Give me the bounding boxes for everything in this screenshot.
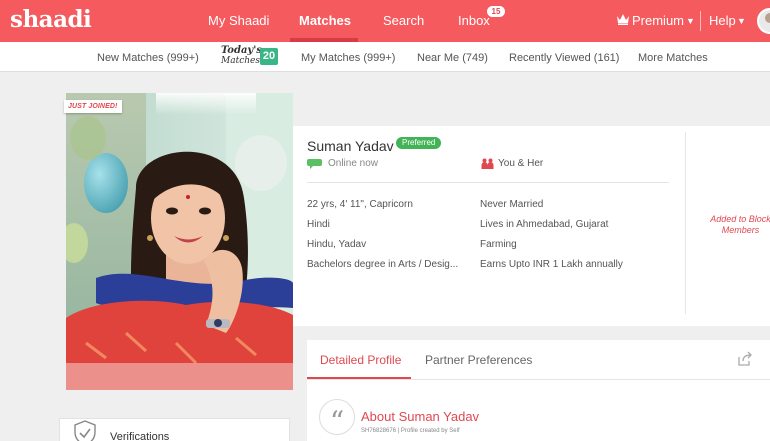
detail-profession: Farming [480,239,517,250]
matches-subnav: New Matches (999+) Today's Matches 20 My… [0,42,770,72]
just-joined-badge: JUST JOINED! [64,100,123,113]
detail-location: Lives in Ahmedabad, Gujarat [480,219,609,230]
profile-name[interactable]: Suman Yadav [307,138,394,154]
top-navigation-bar: shaadi My Shaadi Matches Search Inbox 15… [0,0,770,42]
chat-bubble-icon [307,159,322,169]
user-avatar[interactable] [757,8,770,34]
nav-help[interactable]: Help [709,13,736,28]
inbox-count-badge: 15 [487,6,505,17]
nav-divider [700,11,701,31]
nav-inbox[interactable]: Inbox [458,13,490,28]
subnav-recently-viewed[interactable]: Recently Viewed (161) [509,52,619,64]
couple-icon [481,158,494,169]
about-subtitle: SH76828676 | Profile created by Self [361,428,460,434]
nav-premium[interactable]: Premium [632,13,684,28]
info-vertical-divider [685,132,686,314]
blocked-line-2: Members [721,225,760,235]
matches-label: Matches [221,56,260,66]
about-title: About Suman Yadav [361,409,480,424]
profile-photo[interactable] [66,93,293,390]
you-and-her-link[interactable]: You & Her [498,158,543,169]
blocked-line-1: Added to Block [710,214,770,224]
detail-marital-status: Never Married [480,199,544,210]
crown-icon [617,14,629,25]
subnav-new-matches[interactable]: New Matches (999+) [97,52,199,64]
online-status[interactable]: Online now [328,158,378,169]
detail-religion: Hindu, Yadav [307,239,367,250]
blocked-status: Added to Block Members [693,214,770,236]
share-icon[interactable] [737,351,753,367]
shield-check-icon [74,420,96,441]
quote-icon: “ [319,399,355,438]
tabs-divider [307,379,770,380]
profile-info-card: Suman Yadav Preferred Online now You & H… [293,126,770,326]
profile-tabs-card: Detailed Profile Partner Preferences “ A… [307,340,770,441]
subnav-todays-matches[interactable]: Today's Matches [221,45,262,67]
subnav-more-matches[interactable]: More Matches [638,52,708,64]
chevron-down-icon: ▼ [737,16,746,26]
subnav-near-me[interactable]: Near Me (749) [417,52,488,64]
tab-partner-preferences[interactable]: Partner Preferences [425,353,532,367]
tab-detailed-profile[interactable]: Detailed Profile [320,353,401,367]
todays-matches-count-badge: 20 [260,48,278,65]
detail-language: Hindi [307,219,330,230]
nav-matches[interactable]: Matches [299,13,351,28]
nav-my-shaadi[interactable]: My Shaadi [208,13,269,28]
detail-age-height: 22 yrs, 4' 11", Capricorn [307,199,413,210]
verifications-label: Verifications [110,431,170,441]
shaadi-logo[interactable]: shaadi [10,6,92,33]
profile-photo-illustration [66,93,293,390]
detail-income: Earns Upto INR 1 Lakh annually [480,259,623,270]
todays-label: Today's [221,45,262,56]
nav-search[interactable]: Search [383,13,424,28]
preferred-badge: Preferred [396,137,442,149]
subnav-my-matches[interactable]: My Matches (999+) [301,52,395,64]
detail-education: Bachelors degree in Arts / Desig... [307,259,459,270]
chevron-down-icon: ▼ [686,16,695,26]
verifications-card[interactable]: Verifications [59,418,290,441]
info-divider [307,182,669,183]
